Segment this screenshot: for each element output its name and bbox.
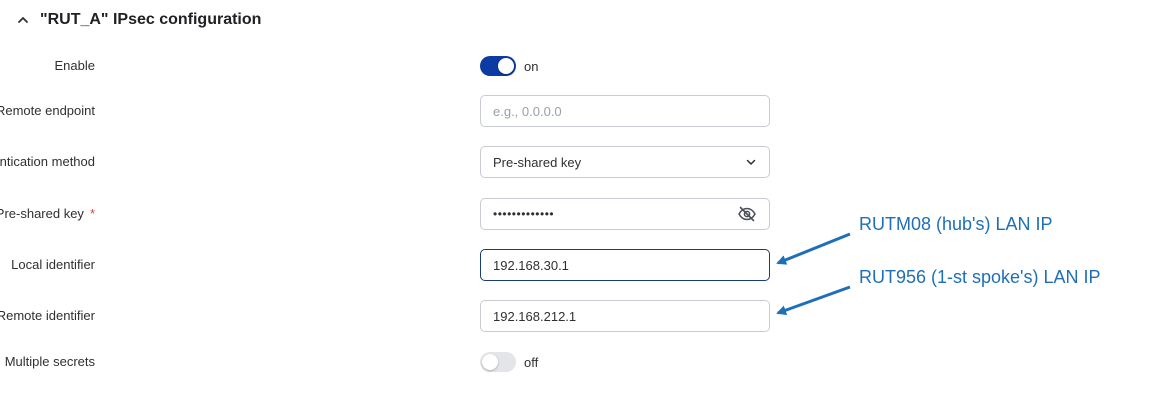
local-id-input[interactable]: 192.168.30.1 [480,249,770,281]
local-id-label: Local identifier [11,257,95,272]
remote-endpoint-label: Remote endpoint [0,103,95,118]
chevron-down-icon [745,156,757,168]
multiple-secrets-row: Multiple secrets off [0,346,800,378]
local-id-control: 192.168.30.1 [480,249,770,281]
enable-toggle[interactable] [480,56,516,76]
annotation-remote-ip: RUT956 (1-st spoke's) LAN IP [859,267,1101,287]
local-id-row: Local identifier 192.168.30.1 [0,249,800,281]
auth-method-select[interactable]: Pre-shared key [480,146,770,178]
enable-row: Enable on [0,50,800,82]
remote-id-label: Remote identifier [0,308,95,323]
enable-control: on [480,50,770,82]
multiple-secrets-label: Multiple secrets [4,354,95,369]
section-header[interactable]: "RUT_A" IPsec configuration [16,9,261,31]
psk-label-wrap: Pre-shared key * [0,198,95,230]
multiple-secrets-toggle[interactable] [480,352,516,372]
remote-id-row: Remote identifier 192.168.212.1 [0,300,800,332]
remote-endpoint-input[interactable]: e.g., 0.0.0.0 [480,95,770,127]
auth-method-label: Authentication method [0,154,95,169]
auth-method-row: Authentication method Pre-shared key [0,146,800,178]
required-mark: * [89,206,95,221]
remote-id-input[interactable]: 192.168.212.1 [480,300,770,332]
auth-method-control: Pre-shared key [480,146,770,178]
enable-state-text: on [524,58,539,74]
toggle-knob [498,58,514,74]
remote-endpoint-control: e.g., 0.0.0.0 [480,95,770,127]
psk-input[interactable]: ••••••••••••• [480,198,770,230]
remote-id-control: 192.168.212.1 [480,300,770,332]
multiple-secrets-control: off [480,346,770,378]
chevron-up-icon[interactable] [16,13,30,27]
section-title: "RUT_A" IPsec configuration [40,11,262,28]
annotation-local-ip: RUTM08 (hub's) LAN IP [859,214,1053,234]
psk-row: Pre-shared key * ••••••••••••• [0,198,800,230]
psk-value: ••••••••••••• [493,207,555,221]
eye-slash-icon[interactable] [737,204,757,224]
multiple-secrets-state-text: off [524,354,539,370]
remote-endpoint-row: Remote endpoint e.g., 0.0.0.0 [0,95,800,127]
psk-label: Pre-shared key [0,206,84,221]
enable-label: Enable [54,58,95,73]
remote-id-value: 192.168.212.1 [493,308,577,324]
auth-method-value: Pre-shared key [493,154,582,170]
remote-endpoint-placeholder: e.g., 0.0.0.0 [493,103,562,119]
toggle-knob [482,354,498,370]
local-id-value: 192.168.30.1 [493,257,569,273]
psk-control: ••••••••••••• [480,198,770,230]
